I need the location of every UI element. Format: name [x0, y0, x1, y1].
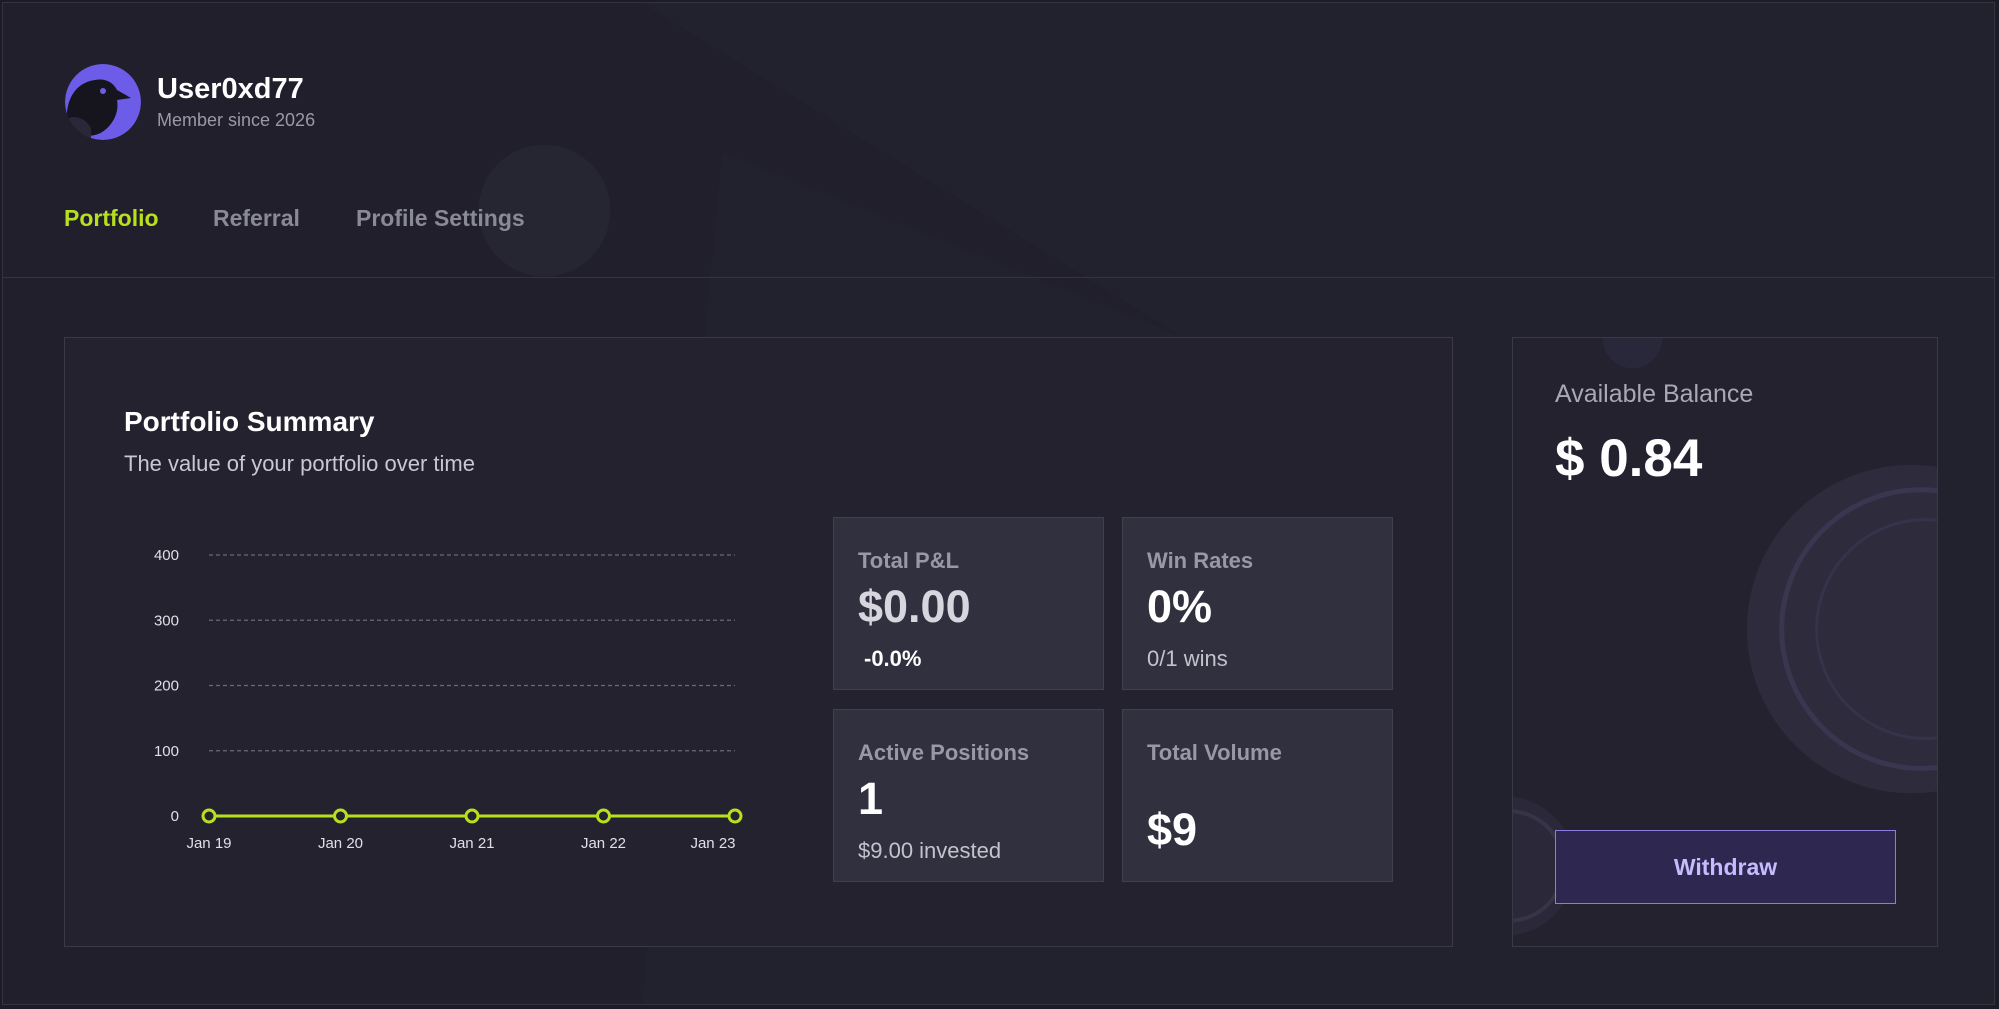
summary-subtitle: The value of your portfolio over time — [124, 451, 475, 476]
stat-value: 1 — [858, 773, 884, 824]
raven-avatar-icon — [65, 64, 141, 140]
x-tick-label: Jan 22 — [581, 835, 626, 852]
stat-total-pnl: Total P&L $0.00 -0.0% — [833, 517, 1104, 690]
stat-label: Total Volume — [1147, 740, 1282, 765]
stat-sub: $9.00 invested — [858, 838, 1002, 863]
portfolio-line-chart: 0 100 200 300 400 Jan 19 Jan 20 Jan 21 Jan 22 Jan… — [154, 547, 743, 852]
data-point — [464, 808, 480, 824]
y-tick-label: 0 — [171, 808, 179, 825]
withdraw-button[interactable]: Withdraw — [1555, 830, 1896, 904]
stat-label: Active Positions — [858, 740, 1030, 765]
x-tick-label: Jan 21 — [449, 835, 494, 852]
data-point — [596, 808, 611, 824]
stat-sub: 0/1 wins — [1147, 646, 1228, 671]
portfolio-summary-card: Portfolio Summary The value of your port… — [64, 337, 1453, 947]
x-tick-label: Jan 19 — [186, 835, 231, 852]
stat-value: $0.00 — [858, 581, 971, 632]
tab-referral[interactable]: Referral — [213, 205, 300, 232]
stat-label: Total P&L — [858, 548, 960, 573]
tab-profile-settings[interactable]: Profile Settings — [356, 205, 525, 232]
username: User0xd77 — [157, 73, 304, 105]
member-since: Member since 2026 — [157, 110, 316, 130]
stat-sub: -0.0% — [864, 646, 922, 671]
stat-total-volume: Total Volume $9 — [1122, 709, 1393, 882]
y-tick-label: 400 — [154, 547, 179, 564]
y-tick-label: 100 — [154, 743, 179, 760]
data-point — [727, 808, 743, 824]
tab-portfolio[interactable]: Portfolio — [64, 205, 159, 232]
x-tick-label: Jan 23 — [690, 835, 735, 852]
data-point — [333, 808, 348, 824]
avatar[interactable] — [65, 64, 141, 140]
available-balance-label: Available Balance — [1555, 380, 1754, 408]
stat-win-rates: Win Rates 0% 0/1 wins — [1122, 517, 1393, 690]
stat-active-positions: Active Positions 1 $9.00 invested — [833, 709, 1104, 882]
stat-label: Win Rates — [1147, 548, 1254, 573]
header-divider — [3, 277, 1994, 278]
y-tick-label: 200 — [154, 678, 179, 695]
summary-title: Portfolio Summary — [124, 406, 375, 437]
data-point — [201, 808, 217, 824]
stat-value: $9 — [1147, 804, 1198, 855]
stat-value: 0% — [1147, 581, 1213, 632]
balance-card: Available Balance $ 0.84 Withdraw — [1512, 337, 1938, 947]
app-window: User0xd77 Member since 2026 Portfolio Re… — [2, 2, 1995, 1005]
available-balance-value: $ 0.84 — [1555, 429, 1703, 488]
x-tick-label: Jan 20 — [318, 835, 363, 852]
y-tick-label: 300 — [154, 612, 179, 629]
